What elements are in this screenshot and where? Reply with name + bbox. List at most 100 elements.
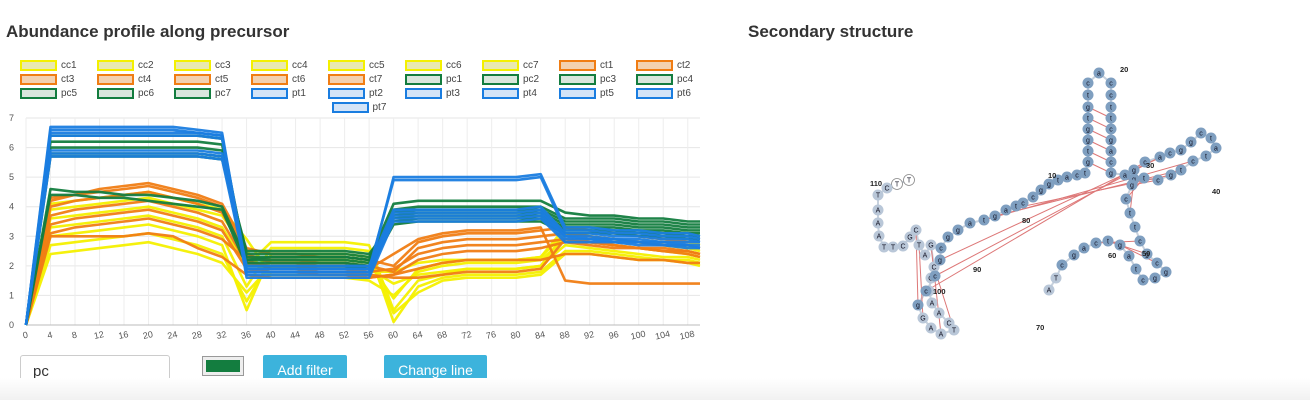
legend-swatch bbox=[405, 73, 442, 85]
legend-item-pt3[interactable]: pt3 bbox=[405, 86, 482, 100]
position-label: 100 bbox=[933, 287, 946, 296]
nucleotide-label: c bbox=[1021, 201, 1025, 208]
x-tick-label: 0 bbox=[22, 330, 29, 341]
legend-item-ct5[interactable]: ct5 bbox=[174, 72, 251, 86]
nucleotide-label: g bbox=[1086, 138, 1090, 145]
legend-swatch bbox=[328, 73, 365, 85]
legend-label: cc6 bbox=[446, 59, 462, 71]
nucleotide-label: t bbox=[1057, 178, 1059, 185]
nucleotide-label: t bbox=[1205, 154, 1207, 161]
legend-label: ct4 bbox=[138, 73, 152, 85]
nucleotide-label: a bbox=[1082, 246, 1086, 253]
legend-item-ct3[interactable]: ct3 bbox=[20, 72, 97, 86]
x-tick-label: 36 bbox=[240, 329, 252, 341]
legend-item-pc7[interactable]: pc7 bbox=[174, 86, 251, 100]
chart-legend: cc1 cc2 cc3 cc4 cc5 cc6 cc7 ct1 ct2 ct3 ct4 ct5 ct6 c… bbox=[20, 58, 720, 114]
legend-item-pc1[interactable]: pc1 bbox=[405, 72, 482, 86]
legend-item-ct1[interactable]: ct1 bbox=[559, 58, 636, 72]
x-tick-label: 56 bbox=[363, 329, 375, 341]
legend-item-ct6[interactable]: ct6 bbox=[251, 72, 328, 86]
legend-label: pc5 bbox=[61, 87, 78, 99]
position-label: 90 bbox=[973, 265, 981, 274]
nucleotide-label: A bbox=[930, 301, 935, 308]
nucleotide-label: T bbox=[907, 178, 912, 185]
legend-row: cc1 cc2 cc3 cc4 cc5 cc6 cc7 ct1 ct2 bbox=[20, 58, 720, 72]
legend-item-ct7[interactable]: ct7 bbox=[328, 72, 405, 86]
position-label: 10 bbox=[1048, 171, 1056, 180]
legend-label: ct5 bbox=[215, 73, 229, 85]
nucleotide-label: t bbox=[983, 218, 985, 225]
nucleotide-label: G bbox=[928, 243, 933, 250]
nucleotide-label: c bbox=[1141, 278, 1145, 285]
legend-swatch bbox=[174, 59, 211, 71]
legend-swatch bbox=[559, 73, 596, 85]
nucleotide-label: a bbox=[1109, 149, 1113, 156]
nucleotide-label: g bbox=[1169, 173, 1173, 180]
nucleotide-label: T bbox=[876, 193, 881, 200]
nucleotide-label: g bbox=[1109, 171, 1113, 178]
legend-item-cc5[interactable]: cc5 bbox=[328, 58, 405, 72]
legend-item-pt1[interactable]: pt1 bbox=[251, 86, 328, 100]
legend-item-pt2[interactable]: pt2 bbox=[328, 86, 405, 100]
legend-item-pt6[interactable]: pt6 bbox=[636, 86, 713, 100]
legend-label: ct1 bbox=[600, 59, 614, 71]
legend-swatch bbox=[251, 73, 288, 85]
legend-item-cc2[interactable]: cc2 bbox=[97, 58, 174, 72]
nucleotide-label: g bbox=[956, 228, 960, 235]
x-tick-label: 92 bbox=[583, 329, 595, 341]
legend-item-ct2[interactable]: ct2 bbox=[636, 58, 713, 72]
nucleotide-label: g bbox=[916, 303, 920, 310]
nucleotide-label: c bbox=[1094, 241, 1098, 248]
legend-label: pc3 bbox=[600, 73, 617, 85]
x-tick-label: 100 bbox=[630, 329, 647, 342]
x-tick-label: 8 bbox=[71, 330, 78, 341]
legend-label: cc3 bbox=[215, 59, 231, 71]
legend-swatch bbox=[636, 73, 673, 85]
nucleotide-label: T bbox=[895, 182, 900, 189]
legend-swatch bbox=[482, 59, 519, 71]
legend-label: cc4 bbox=[292, 59, 308, 71]
legend-label: ct2 bbox=[677, 59, 691, 71]
x-tick-label: 60 bbox=[387, 329, 399, 341]
y-tick-label: 3 bbox=[9, 231, 14, 241]
legend-item-pc4[interactable]: pc4 bbox=[636, 72, 713, 86]
color-picker[interactable] bbox=[202, 356, 244, 376]
legend-item-pc5[interactable]: pc5 bbox=[20, 86, 97, 100]
legend-label: pc4 bbox=[677, 73, 694, 85]
x-tick-label: 20 bbox=[142, 329, 154, 341]
legend-item-pt5[interactable]: pt5 bbox=[559, 86, 636, 100]
y-tick-label: 0 bbox=[9, 320, 14, 330]
position-label: 30 bbox=[1146, 161, 1154, 170]
x-tick-label: 88 bbox=[559, 329, 571, 341]
legend-item-pc2[interactable]: pc2 bbox=[482, 72, 559, 86]
nucleotide-label: t bbox=[1135, 267, 1137, 274]
nucleotide-label: g bbox=[1130, 183, 1134, 190]
legend-label: ct7 bbox=[369, 73, 383, 85]
legend-item-cc3[interactable]: cc3 bbox=[174, 58, 251, 72]
nucleotide-label: g bbox=[1153, 276, 1157, 283]
legend-item-cc7[interactable]: cc7 bbox=[482, 58, 559, 72]
legend-swatch bbox=[251, 87, 288, 99]
legend-item-ct4[interactable]: ct4 bbox=[97, 72, 174, 86]
legend-item-cc1[interactable]: cc1 bbox=[20, 58, 97, 72]
nucleotide-label: t bbox=[1210, 136, 1212, 143]
nucleotide-label: a bbox=[1158, 155, 1162, 162]
abundance-chart: 012345670 4 8 12 16 20 24 28 32 36 40 44 48 52 56 60 64 6… bbox=[9, 113, 701, 342]
legend-item-cc4[interactable]: cc4 bbox=[251, 58, 328, 72]
legend-item-pc6[interactable]: pc6 bbox=[97, 86, 174, 100]
x-tick-label: 84 bbox=[534, 329, 546, 341]
legend-swatch bbox=[97, 87, 134, 99]
legend-label: pt5 bbox=[600, 87, 614, 99]
nucleotide-label: g bbox=[993, 214, 997, 221]
legend-swatch bbox=[482, 73, 519, 85]
legend-item-cc6[interactable]: cc6 bbox=[405, 58, 482, 72]
legend-item-pc3[interactable]: pc3 bbox=[559, 72, 636, 86]
nucleotide-label: A bbox=[877, 234, 882, 241]
legend-row: ct3 ct4 ct5 ct6 ct7 pc1 pc2 pc3 pc4 bbox=[20, 72, 720, 86]
legend-swatch bbox=[174, 87, 211, 99]
nucleotide-label: T bbox=[952, 328, 957, 335]
nucleotide-label: g bbox=[1072, 253, 1076, 260]
nucleotide-label: g bbox=[1086, 160, 1090, 167]
nucleotide-label: C bbox=[931, 265, 936, 272]
legend-item-pt4[interactable]: pt4 bbox=[482, 86, 559, 100]
